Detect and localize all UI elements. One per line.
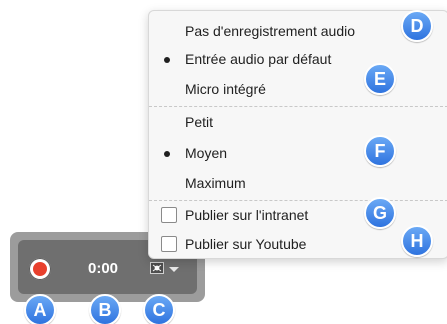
publish-intranet-checkbox[interactable]	[161, 207, 177, 223]
screenshot-stage: 0:00 Pas d'enregistrement audio Entrée a…	[0, 0, 447, 324]
chevron-down-icon	[169, 267, 179, 272]
menu-item-label: Publier sur Youtube	[185, 236, 307, 252]
recording-timer: 0:00	[87, 260, 119, 277]
screen-options-button[interactable]	[150, 260, 188, 280]
menu-item-label: Micro intégré	[185, 81, 266, 97]
menu-item-default-audio[interactable]: Entrée audio par défaut	[149, 45, 447, 73]
record-button[interactable]	[29, 258, 51, 280]
menu-item-publish-intranet[interactable]: Publier sur l'intranet	[149, 201, 447, 229]
menu-item-label: Entrée audio par défaut	[185, 51, 332, 67]
menu-item-size-medium[interactable]: Moyen	[149, 139, 447, 167]
menu-separator	[149, 106, 447, 107]
menu-item-label: Publier sur l'intranet	[185, 207, 309, 223]
record-icon	[33, 262, 47, 276]
selected-bullet-icon	[164, 151, 170, 157]
menu-item-label: Pas d'enregistrement audio	[185, 23, 355, 39]
screen-capture-icon	[150, 262, 164, 274]
menu-item-label: Maximum	[185, 175, 246, 191]
menu-item-label: Moyen	[185, 145, 228, 161]
selected-bullet-icon	[164, 57, 170, 63]
options-menu: Pas d'enregistrement audio Entrée audio …	[148, 10, 447, 259]
callout-d-badge: D	[401, 10, 433, 42]
menu-item-size-maximum[interactable]: Maximum	[149, 169, 447, 197]
menu-item-size-small[interactable]: Petit	[149, 108, 447, 136]
callout-c-badge: C	[143, 294, 175, 324]
callout-f-badge: F	[364, 135, 396, 167]
callout-g-badge: G	[364, 197, 396, 229]
callout-b-badge: B	[89, 294, 121, 324]
menu-item-built-in-mic[interactable]: Micro intégré	[149, 75, 447, 103]
callout-e-badge: E	[364, 63, 396, 95]
menu-item-label: Petit	[185, 114, 214, 130]
publish-youtube-checkbox[interactable]	[161, 236, 177, 252]
callout-a-badge: A	[24, 294, 56, 324]
callout-h-badge: H	[401, 225, 433, 257]
